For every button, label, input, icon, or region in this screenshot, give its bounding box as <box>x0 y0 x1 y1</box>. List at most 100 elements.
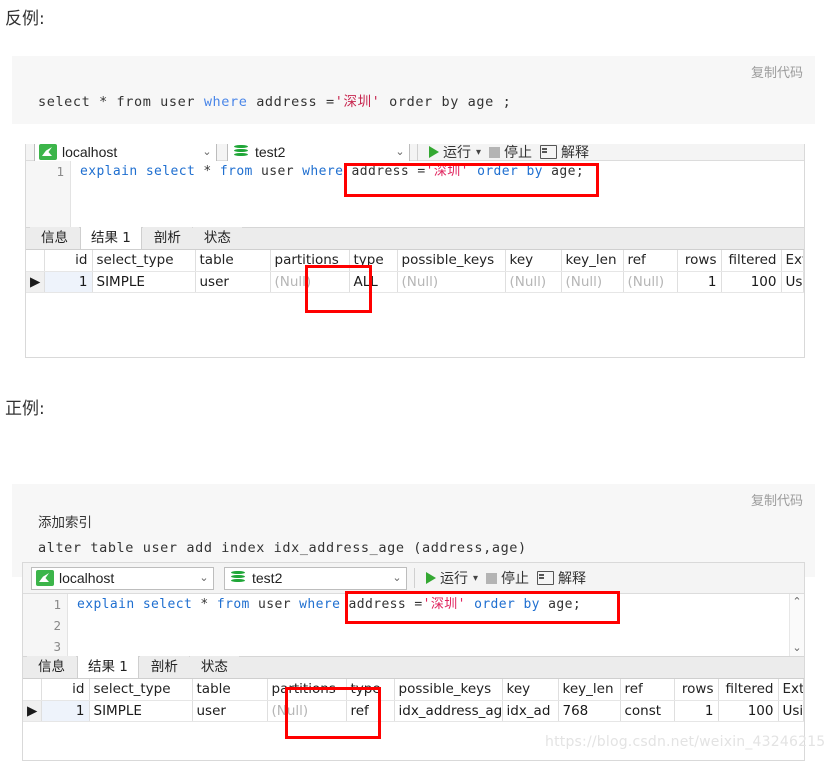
run-button[interactable]: 运行 ▾ <box>422 566 482 590</box>
copy-code-button[interactable]: 复制代码 <box>751 62 803 81</box>
col-rows[interactable]: rows <box>674 679 719 701</box>
navicat-toolbar: localhost ⌄ test2 ⌄ 运行 ▾ 停止 解释 <box>26 144 804 164</box>
cell-filtered: 100 <box>721 271 782 293</box>
line-number: 3 <box>53 639 61 654</box>
result-tabs: 信息 结果 1 剖析 状态 <box>26 223 804 250</box>
col-table[interactable]: table <box>195 250 271 272</box>
col-partitions[interactable]: partitions <box>267 679 347 701</box>
row-marker: ▶ <box>26 271 45 293</box>
scroll-up-icon[interactable]: ⌃ <box>792 597 801 608</box>
col-id[interactable]: id <box>44 250 93 272</box>
chevron-down-icon[interactable]: ⌄ <box>195 568 213 589</box>
col-key_len[interactable]: key_len <box>558 679 621 701</box>
chevron-down-icon[interactable]: ⌄ <box>198 144 216 163</box>
col-possible_keys[interactable]: possible_keys <box>394 679 503 701</box>
sql-keyword-where: where <box>203 94 248 110</box>
col-key[interactable]: key <box>505 250 562 272</box>
col-select_type[interactable]: select_type <box>92 250 196 272</box>
run-label: 运行 <box>440 570 468 586</box>
col-ref[interactable]: ref <box>623 250 678 272</box>
copy-code-button[interactable]: 复制代码 <box>751 490 803 509</box>
editor-sql-line: explain select * from user where address… <box>77 594 581 615</box>
table-row[interactable]: ▶ 1 SIMPLE user (Null) ALL (Null) (Null)… <box>26 271 804 293</box>
counter-example-heading: 反例: <box>5 9 45 29</box>
col-possible_keys[interactable]: possible_keys <box>397 250 506 272</box>
col-id[interactable]: id <box>41 679 90 701</box>
explain-result-grid: id select_type table partitions type pos… <box>26 250 804 293</box>
cell-select_type: SIMPLE <box>89 700 193 722</box>
row-marker: ▶ <box>23 700 42 722</box>
navicat-panel-counter-example: localhost ⌄ test2 ⌄ 运行 ▾ 停止 解释 1 explain… <box>25 144 805 358</box>
col-partitions[interactable]: partitions <box>270 250 350 272</box>
stop-label: 停止 <box>501 570 530 586</box>
alter-table-sql: alter table user add index idx_address_a… <box>38 540 527 556</box>
database-label: test2 <box>252 570 283 586</box>
counter-example-code-block: 复制代码 select * from user where address ='… <box>12 56 815 124</box>
chevron-down-icon[interactable]: ⌄ <box>388 568 406 589</box>
sql-table: user <box>249 597 300 612</box>
cell-partitions: (Null) <box>267 700 347 722</box>
connection-select[interactable]: localhost ⌄ <box>31 566 214 590</box>
sql-kw-order-by: order by <box>468 164 543 179</box>
stop-icon <box>486 572 498 584</box>
connection-label: localhost <box>62 144 118 160</box>
scroll-down-icon[interactable]: ⌄ <box>792 643 801 654</box>
explain-button[interactable]: 解释 <box>533 566 590 590</box>
cell-rows: 1 <box>674 700 719 722</box>
editor-sql-line: explain select * from user where address… <box>80 161 584 182</box>
col-type[interactable]: type <box>349 250 398 272</box>
line-number: 2 <box>53 618 61 633</box>
sql-order-column: age; <box>542 164 585 179</box>
col-rows[interactable]: rows <box>677 250 722 272</box>
col-extra[interactable]: Extra <box>781 250 804 272</box>
table-row[interactable]: ▶ 1 SIMPLE user (Null) ref idx_address_a… <box>23 700 804 722</box>
col-type[interactable]: type <box>346 679 395 701</box>
col-table[interactable]: table <box>192 679 268 701</box>
sql-kw-order-by: order by <box>465 597 540 612</box>
run-dropdown-caret-icon[interactable]: ▾ <box>476 147 481 158</box>
col-select_type[interactable]: select_type <box>89 679 193 701</box>
line-number: 1 <box>53 597 61 612</box>
cell-id: 1 <box>44 271 93 293</box>
cell-table: user <box>192 700 268 722</box>
col-ref[interactable]: ref <box>620 679 675 701</box>
good-example-heading: 正例: <box>5 399 45 419</box>
sql-text-post: order by age ; <box>380 94 512 110</box>
sql-string-literal: '深圳' <box>422 597 466 612</box>
connection-label: localhost <box>59 570 115 586</box>
result-tabs: 信息 结果 1 剖析 状态 <box>23 652 804 679</box>
database-select[interactable]: test2 ⌄ <box>224 566 407 590</box>
cell-ref: (Null) <box>623 271 678 293</box>
explain-label: 解释 <box>561 144 590 160</box>
cell-type: ref <box>346 700 395 722</box>
table-header-row: id select_type table partitions type pos… <box>26 250 804 272</box>
col-key_len[interactable]: key_len <box>561 250 624 272</box>
cell-key: (Null) <box>505 271 562 293</box>
sql-text-pre: select * from user <box>38 94 204 110</box>
play-icon <box>426 572 436 584</box>
chevron-down-icon[interactable]: ⌄ <box>391 144 409 163</box>
cell-select_type: SIMPLE <box>92 271 196 293</box>
sql-editor[interactable]: 1 2 3 explain select * from user where a… <box>23 594 804 656</box>
cell-id: 1 <box>41 700 90 722</box>
play-icon <box>429 146 439 158</box>
editor-scrollbar[interactable]: ⌃ ⌄ <box>789 594 804 656</box>
col-filtered[interactable]: filtered <box>721 250 782 272</box>
toolbar-divider <box>414 568 415 588</box>
add-index-comment: 添加索引 <box>38 515 92 531</box>
sql-column: address = <box>340 597 423 612</box>
col-key[interactable]: key <box>502 679 559 701</box>
stop-button[interactable]: 停止 <box>482 566 533 590</box>
sql-editor[interactable]: 1 explain select * from user where addre… <box>26 161 804 227</box>
page-root: 反例: 复制代码 select * from user where addres… <box>0 0 827 761</box>
sql-kw-explain-select: explain select <box>80 164 196 179</box>
database-icon <box>232 144 250 160</box>
toolbar-divider <box>417 144 418 162</box>
col-extra[interactable]: Extra <box>778 679 804 701</box>
stop-label: 停止 <box>504 144 533 160</box>
sql-kw-from: from <box>216 597 250 612</box>
table-header-row: id select_type table partitions type pos… <box>23 679 804 701</box>
navicat-toolbar: localhost ⌄ test2 ⌄ 运行 ▾ 停止 解释 <box>23 563 804 594</box>
col-filtered[interactable]: filtered <box>718 679 779 701</box>
run-dropdown-caret-icon[interactable]: ▾ <box>473 573 478 584</box>
